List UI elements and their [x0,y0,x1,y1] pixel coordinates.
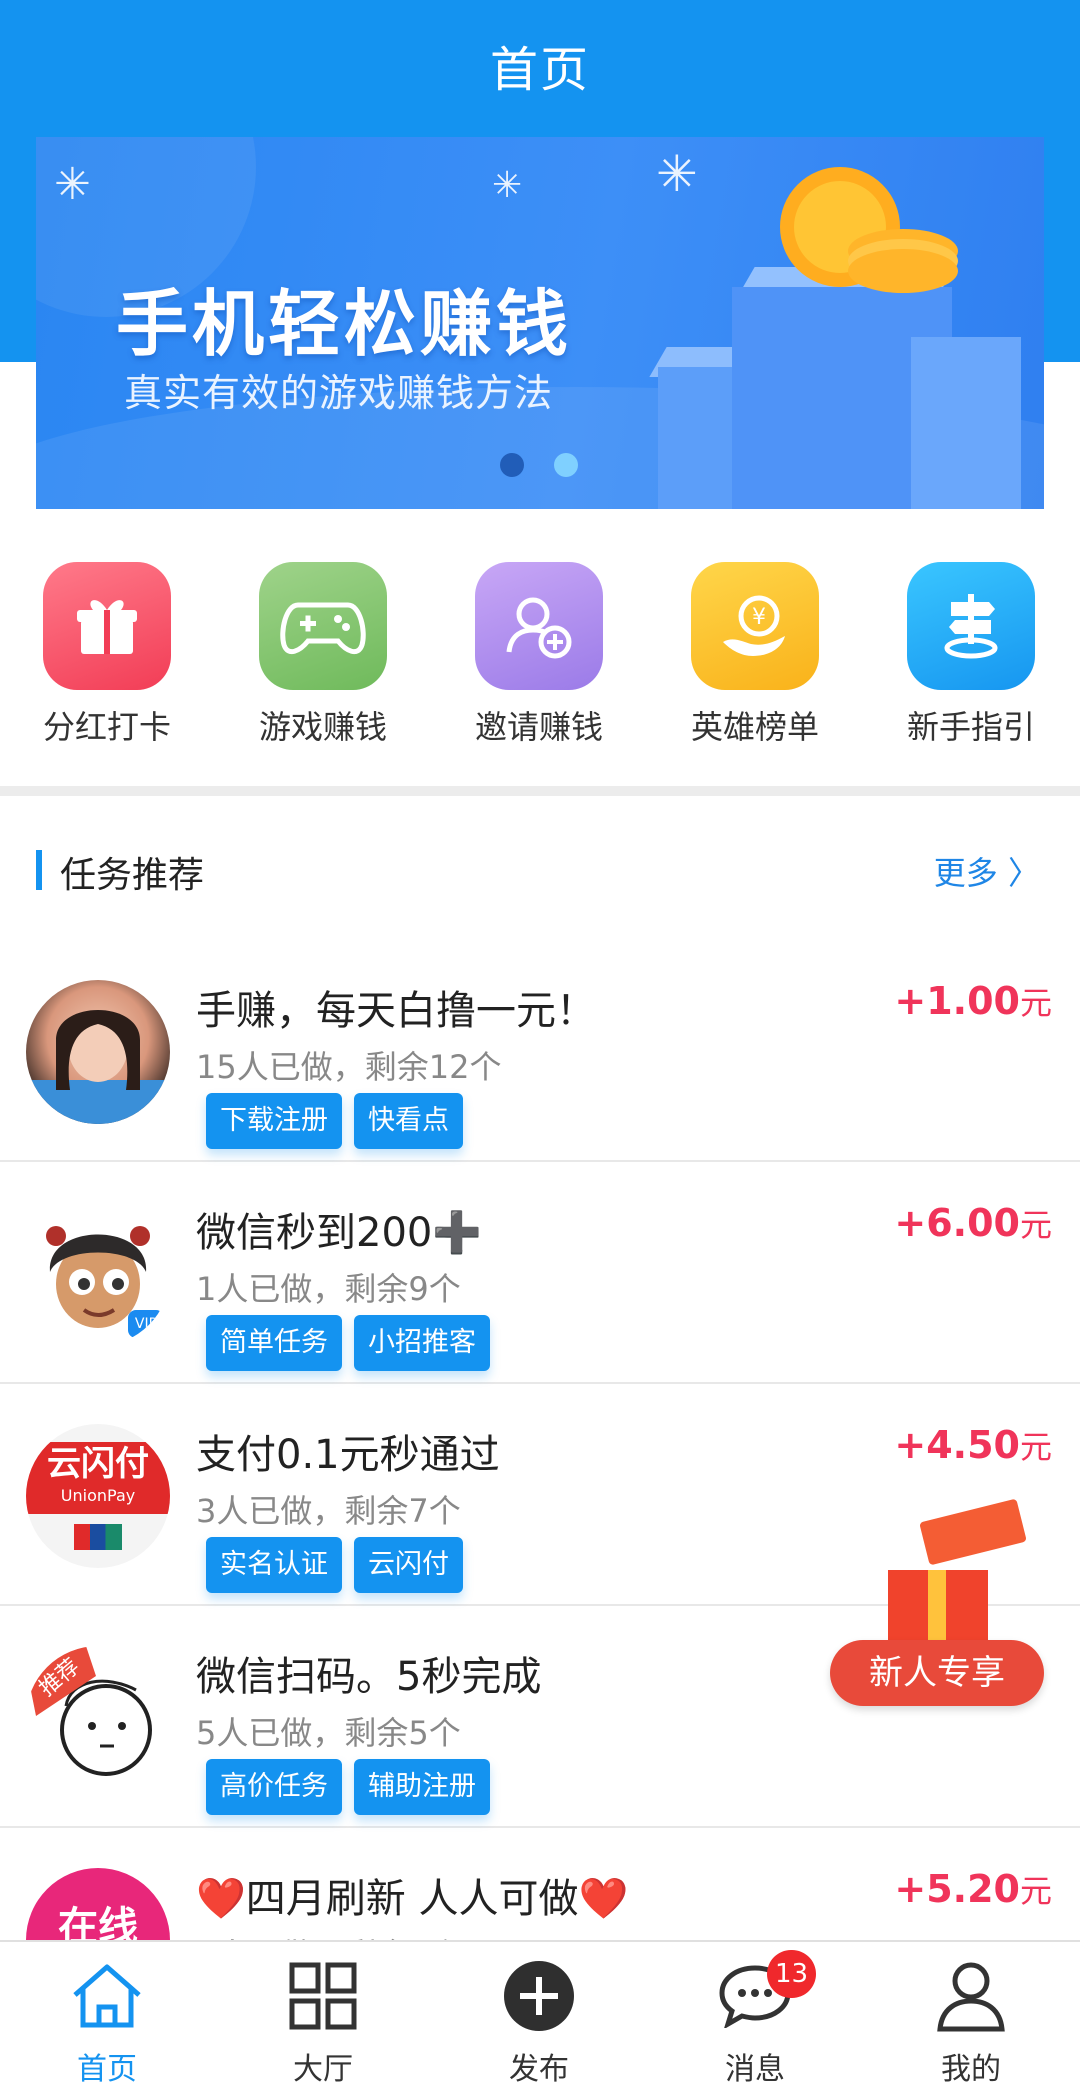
tab-home[interactable]: 首页 [27,1956,187,2088]
tab-label: 我的 [941,2052,1001,2087]
section-title: 任务推荐 [60,855,205,896]
tab-label: 大厅 [293,2052,353,2087]
task-tags: 简单任务 小招推客 [206,1315,490,1371]
signpost-icon [907,562,1035,690]
grid-icon [283,1956,363,2036]
more-label: 更多 [933,854,998,892]
quick-entry-label: 游戏赚钱 [258,708,387,746]
plus-circle-icon [499,1956,579,2036]
unionpay-card-icon [74,1524,122,1550]
vip-badge: VIP [128,1310,164,1338]
message-count-badge: 13 [767,1950,817,1998]
task-tag: 辅助注册 [354,1759,490,1815]
task-tag: 下载注册 [206,1093,342,1149]
quick-entry-label: 邀请赚钱 [474,708,603,746]
task-meta: 15人已做，剩余12个 [196,1048,502,1086]
task-avatar: VIP [26,1202,170,1346]
task-meta: 1人已做，剩余9个 [196,1270,461,1308]
task-avatar: 推荐 [26,1646,170,1790]
task-tag: 快看点 [354,1093,463,1149]
gift-lid [919,1498,1027,1566]
banner-pillar [911,337,1021,509]
task-price: +6.00元 [894,1201,1052,1245]
task-tag: 实名认证 [206,1537,342,1593]
sparkle-icon: ✳ [656,145,698,203]
yuan-hand-icon: ¥ [691,562,819,690]
bottom-tab-bar: 首页 大厅 发布 13 消息 我的 [0,1940,1080,2091]
carousel-dot-1[interactable] [500,453,524,477]
carousel-dot-2[interactable] [554,453,578,477]
task-tag: 云闪付 [354,1537,463,1593]
gift-ribbon [928,1570,946,1650]
task-title: ❤️四月刷新 人人可做❤️ [196,1876,629,1922]
section-accent-bar [36,850,42,890]
tab-label: 消息 [725,2052,785,2087]
tab-label: 发布 [509,2052,569,2087]
task-row[interactable]: 手赚，每天白撸一元！ 15人已做，剩余12个 下载注册 快看点 +1.00元 [0,940,1080,1162]
sparkle-icon: ✳ [492,165,523,206]
promo-banner[interactable]: ✳ ✳ ✳ 手机轻松赚钱 真实有效的游戏赚钱方法 [36,137,1044,509]
task-price: +5.20元 [894,1867,1052,1911]
quick-entry-label: 分红打卡 [42,708,171,746]
quick-entry-label: 英雄榜单 [690,708,819,746]
quick-entry-invite[interactable]: 邀请赚钱 [449,562,629,748]
quick-entry-label: 新手指引 [906,708,1035,746]
section-divider [0,786,1080,796]
tab-profile[interactable]: 我的 [891,1956,1051,2088]
gift-icon [43,562,171,690]
tab-publish[interactable]: 发布 [459,1956,619,2088]
quick-entry-game[interactable]: 游戏赚钱 [233,562,413,748]
gamepad-icon [259,562,387,690]
chevron-right-icon: 〉 [1007,854,1040,892]
task-tag: 简单任务 [206,1315,342,1371]
task-avatar: 云闪付 UnionPay [26,1424,170,1568]
tab-hall[interactable]: 大厅 [243,1956,403,2088]
banner-subtitle: 真实有效的游戏赚钱方法 [124,371,554,415]
task-title: 手赚，每天白撸一元！ [196,988,596,1034]
task-tag: 小招推客 [354,1315,490,1371]
quick-entry-dividend[interactable]: 分红打卡 [17,562,197,748]
task-row[interactable]: VIP 微信秒到200➕ 1人已做，剩余9个 简单任务 小招推客 +6.00元 [0,1162,1080,1384]
task-meta: 3人已做，剩余7个 [196,1492,461,1530]
home-icon [67,1956,147,2036]
task-title: 支付0.1元秒通过 [196,1432,500,1478]
task-meta: 5人已做，剩余5个 [196,1714,461,1752]
banner-headline: 手机轻松赚钱 [116,282,573,366]
new-user-button[interactable]: 新人专享 [830,1640,1044,1706]
svg-text:¥: ¥ [752,605,766,630]
task-title: 微信扫码。5秒完成 [196,1654,542,1700]
task-price: +4.50元 [894,1423,1052,1467]
task-price: +1.00元 [894,979,1052,1023]
task-avatar [26,980,170,1124]
task-tags: 实名认证 云闪付 [206,1537,463,1593]
task-title: 微信秒到200➕ [196,1210,483,1256]
coin-stack-icon [848,249,958,293]
sparkle-icon: ✳ [54,159,91,210]
quick-entry-guide[interactable]: 新手指引 [881,562,1061,748]
unionpay-logo: 云闪付 UnionPay [26,1442,170,1514]
task-tags: 高价任务 辅助注册 [206,1759,490,1815]
quick-entry-leaderboard[interactable]: ¥ 英雄榜单 [665,562,845,748]
more-link[interactable]: 更多 〉 [934,848,1040,894]
tab-messages[interactable]: 13 消息 [675,1950,835,2088]
page-title: 首页 [489,42,590,98]
task-tag: 高价任务 [206,1759,342,1815]
add-user-icon [475,562,603,690]
tab-label: 首页 [77,2052,137,2087]
user-icon [931,1956,1011,2036]
task-tags: 下载注册 快看点 [206,1093,463,1149]
